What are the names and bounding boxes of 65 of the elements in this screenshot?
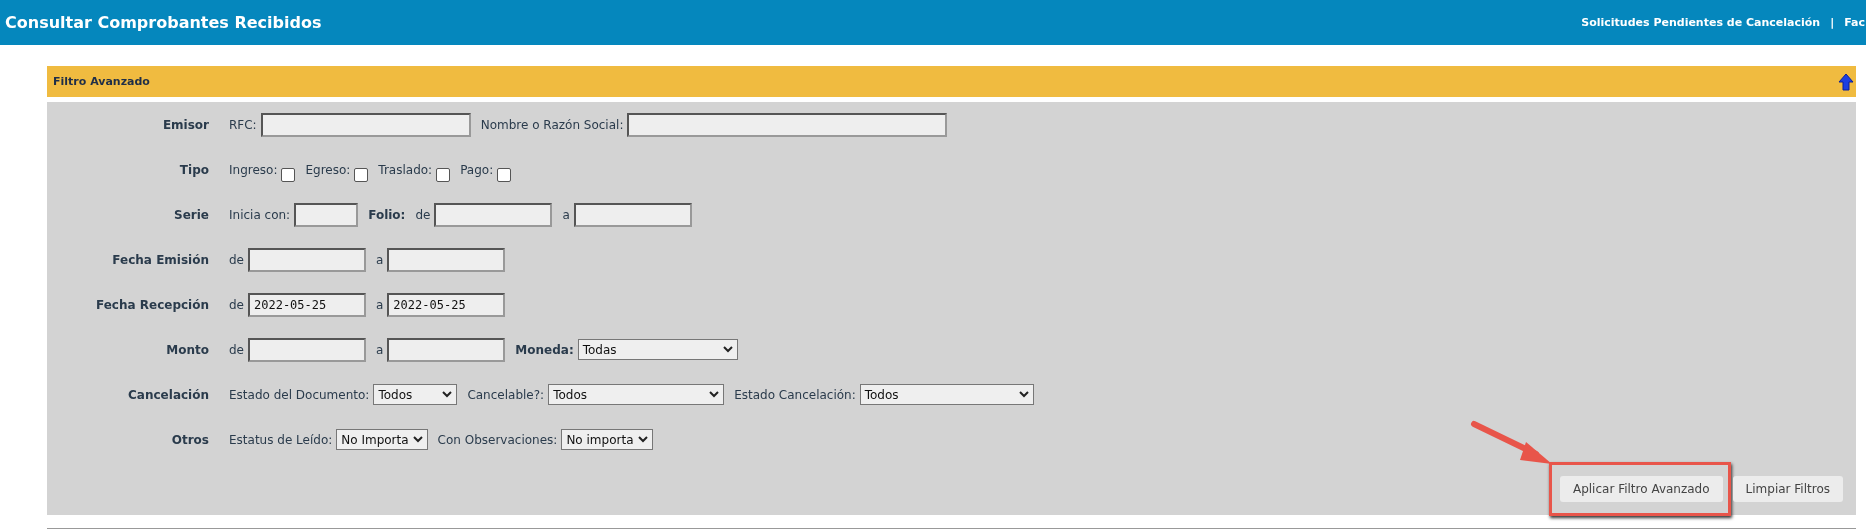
row-label: Cancelación: [127, 387, 209, 402]
field-label: de: [229, 252, 244, 267]
page-title: Consultar Comprobantes Recibidos: [5, 13, 322, 32]
field-label: a: [376, 252, 384, 267]
action-button[interactable]: Limpiar Filtros: [1732, 476, 1843, 502]
field-label: Inicia con:: [229, 207, 291, 222]
field-label: Estado Cancelación:: [734, 387, 856, 402]
field-label: Nombre o Razón Social:: [480, 117, 624, 132]
panel-title: Filtro Avanzado: [53, 75, 150, 88]
dropdown[interactable]: Todos: [373, 384, 458, 405]
field-label: Con Observaciones:: [437, 432, 558, 447]
field-label: de: [229, 342, 244, 357]
input-field[interactable]: [248, 247, 366, 272]
field-label: a: [376, 342, 384, 357]
row-label: Monto: [165, 342, 209, 357]
chevron-down-icon: [412, 436, 423, 443]
chevron-down-icon: [722, 346, 733, 353]
row-label: Fecha Emisión: [111, 252, 209, 267]
input-field[interactable]: [294, 202, 359, 227]
dropdown[interactable]: Todos: [859, 384, 1034, 405]
row-label: Serie: [173, 207, 209, 222]
input-field[interactable]: [387, 247, 506, 272]
chevron-down-icon: [637, 436, 648, 443]
row-label: Otros: [170, 432, 209, 447]
dropdown[interactable]: No Importa: [336, 429, 428, 450]
field-label: Traslado:: [378, 162, 433, 177]
input-field[interactable]: 2022-05-25: [387, 292, 506, 317]
field-label: de: [415, 207, 431, 222]
chevron-down-icon: [442, 391, 453, 398]
checkbox[interactable]: [436, 167, 451, 182]
row-label: Emisor: [161, 117, 209, 132]
input-field[interactable]: [573, 202, 692, 227]
field-label: Estado del Documento:: [229, 387, 370, 402]
row-label: Tipo: [178, 162, 209, 177]
input-field[interactable]: [260, 112, 471, 137]
field-label: Folio:: [368, 207, 406, 222]
field-label: Estatus de Leído:: [229, 432, 333, 447]
input-field[interactable]: [434, 202, 553, 227]
field-label: RFC:: [229, 117, 257, 132]
row-label: Fecha Recepción: [95, 297, 209, 312]
input-field[interactable]: 2022-05-25: [248, 292, 366, 317]
dropdown[interactable]: No importa: [561, 429, 653, 450]
field-label: Moneda:: [515, 342, 574, 357]
input-field[interactable]: [248, 337, 366, 362]
field-label: de: [229, 297, 244, 312]
checkbox[interactable]: [497, 167, 512, 182]
input-field[interactable]: [627, 112, 948, 137]
field-label: Pago:: [460, 162, 494, 177]
input-field[interactable]: [387, 337, 506, 362]
field-label: a: [562, 207, 570, 222]
field-label: a: [376, 297, 384, 312]
field-label: Cancelable?:: [467, 387, 545, 402]
action-button[interactable]: Aplicar Filtro Avanzado: [1559, 476, 1723, 502]
separator: |: [1830, 16, 1835, 29]
checkbox[interactable]: [281, 167, 296, 182]
checkbox[interactable]: [354, 167, 369, 182]
dropdown[interactable]: Todas: [577, 339, 738, 360]
field-label: Egreso:: [305, 162, 351, 177]
nav-link[interactable]: Solicitudes Pendientes de Cancelación: [1581, 16, 1821, 29]
dropdown[interactable]: Todos: [548, 384, 725, 405]
nav-link[interactable]: Fac: [1844, 16, 1865, 29]
field-label: Ingreso:: [229, 162, 278, 177]
chevron-down-icon: [709, 391, 720, 398]
chevron-down-icon: [1018, 391, 1029, 398]
collapse-arrow-icon[interactable]: [1838, 72, 1854, 91]
